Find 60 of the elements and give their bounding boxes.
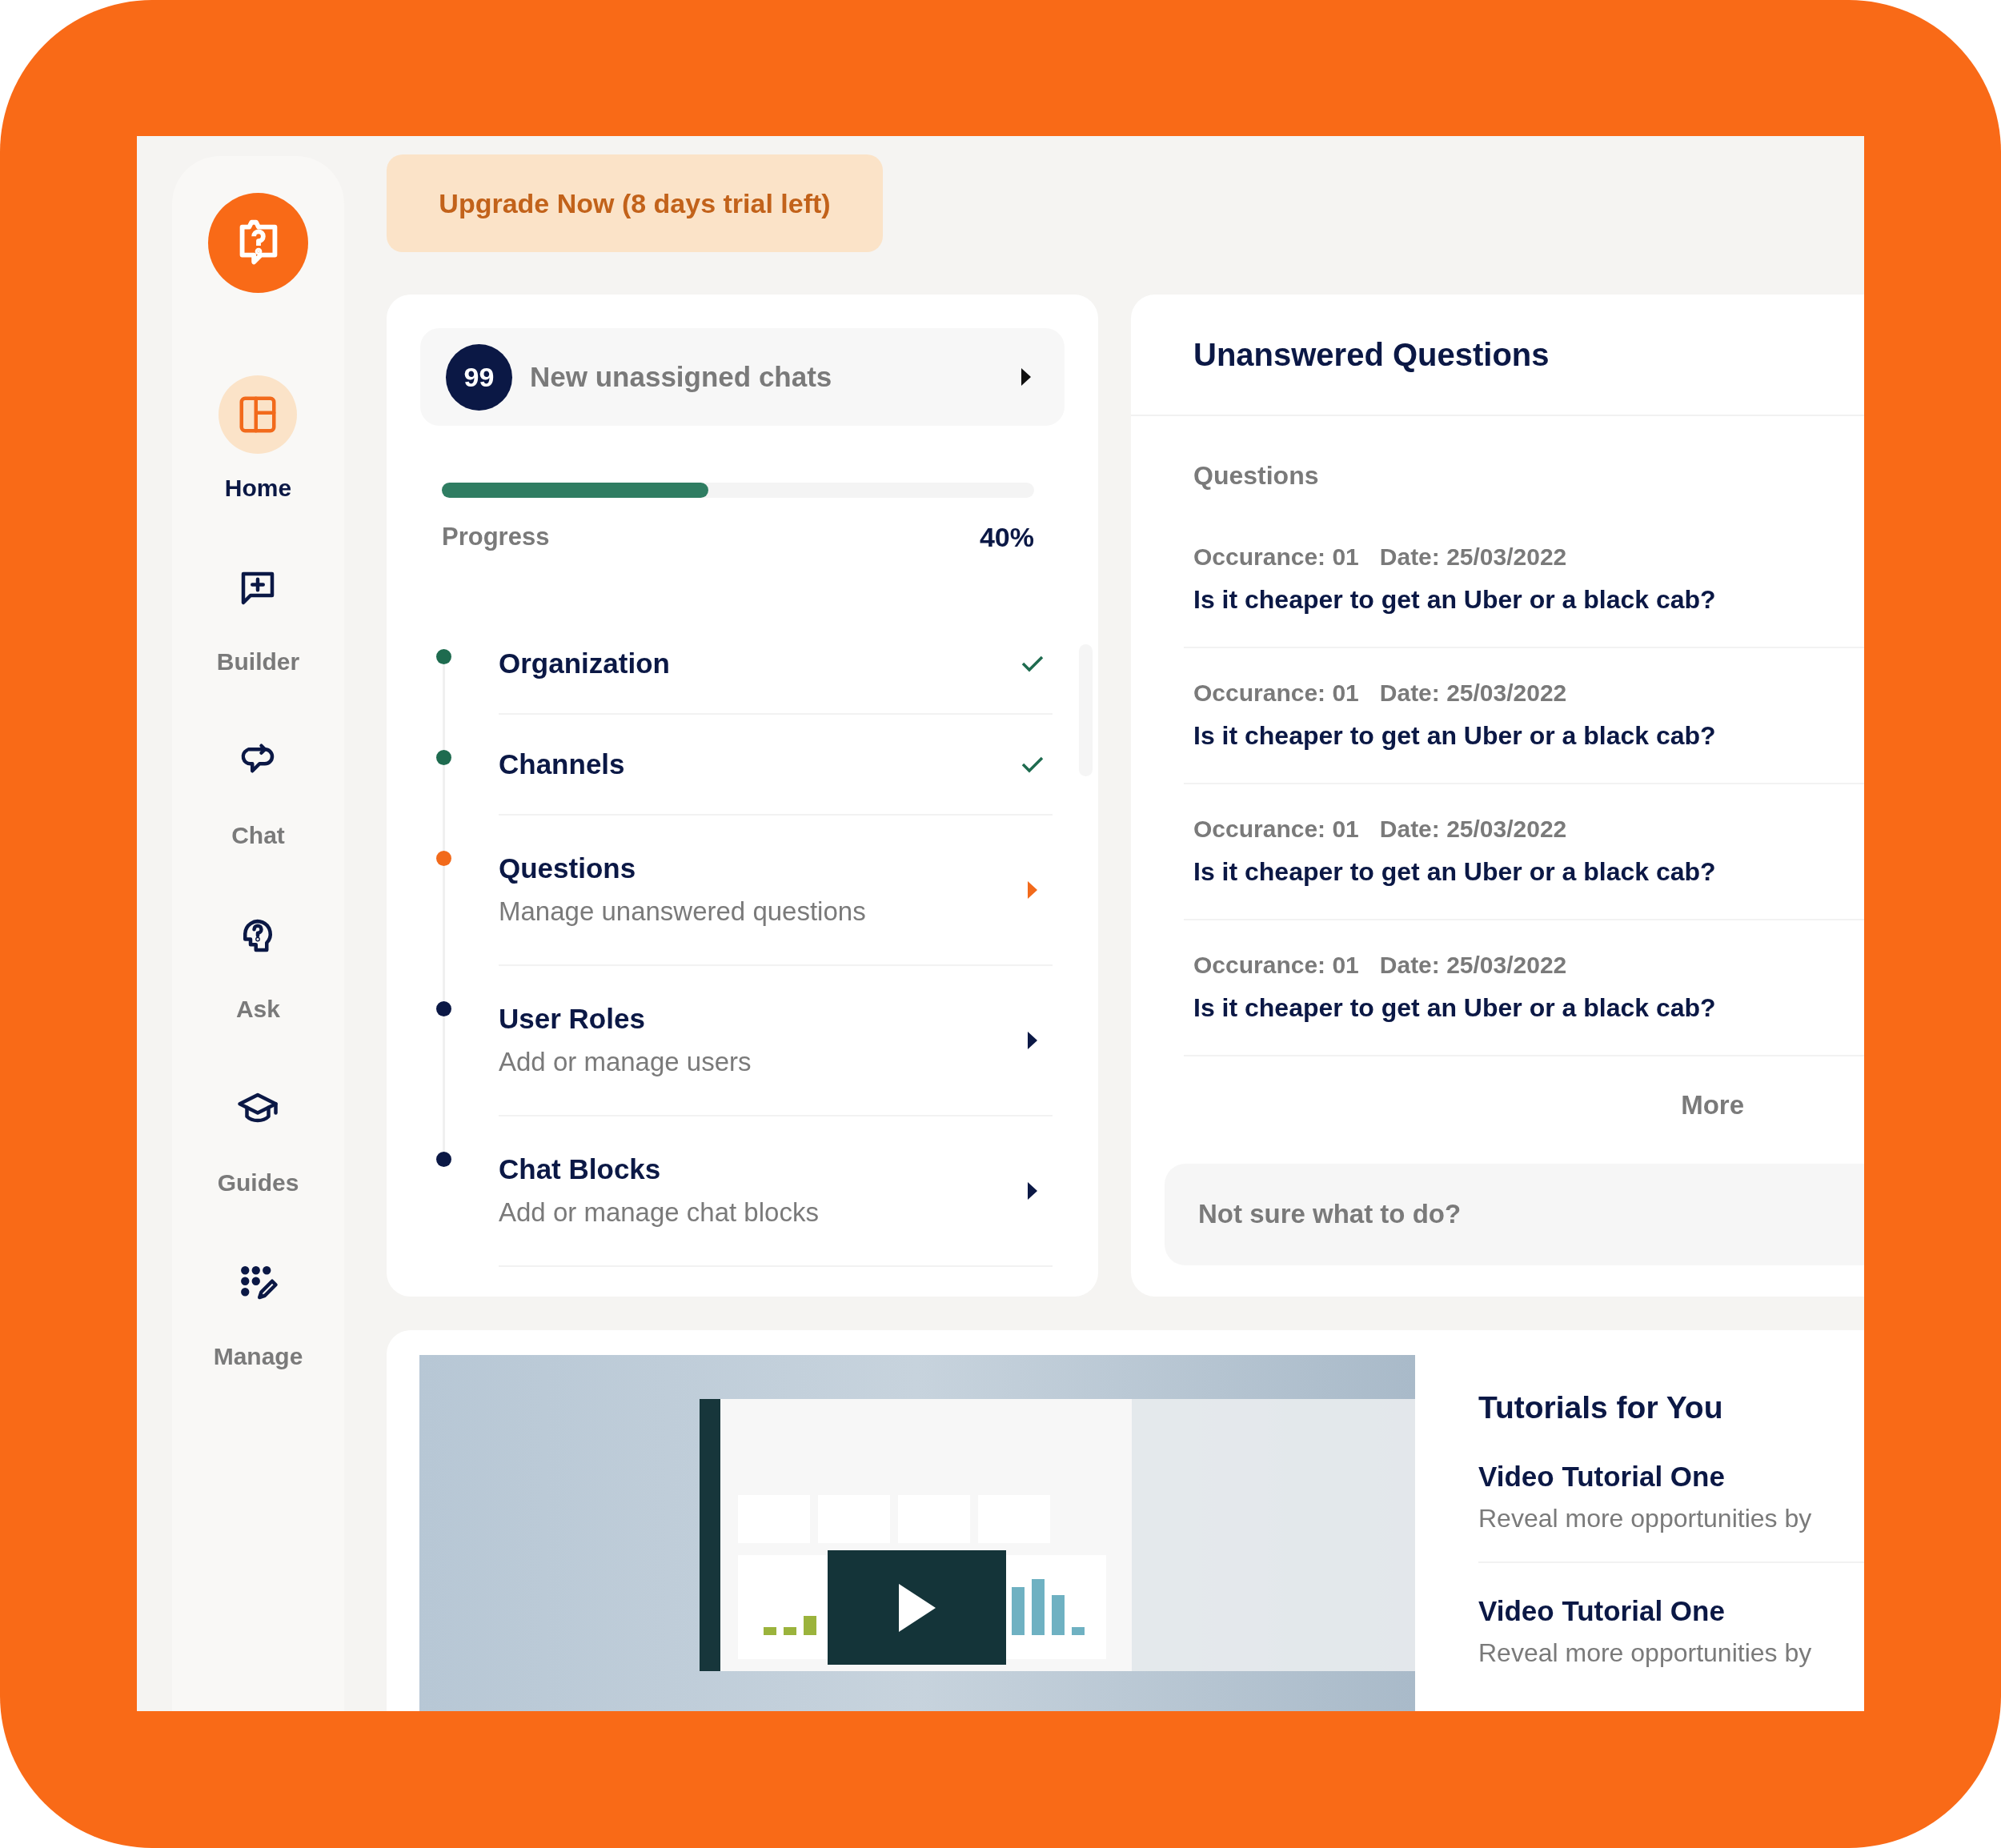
tutorial-title: Video Tutorial One <box>1478 1594 1726 1627</box>
question-item[interactable]: Occurance: 01 Date: 25/03/2022 Is it cheaper to get an Uber or a black cab? <box>1184 512 1864 648</box>
card-title: Unanswered Questions <box>1193 336 1550 374</box>
caret-icon <box>1027 1031 1038 1050</box>
question-date: Date: 25/03/2022 <box>1379 543 1567 571</box>
progress-value: 40% <box>979 521 1034 554</box>
tutorial-description: Reveal more opportunities by <box>1478 1502 1813 1534</box>
caret-icon <box>1027 1181 1038 1201</box>
check-icon <box>1021 654 1045 673</box>
nav-item[interactable]: Home <box>219 375 298 549</box>
step-title: Chat Blocks <box>499 1153 662 1185</box>
step-description: Add or manage chat blocks <box>499 1197 820 1229</box>
question-item[interactable]: Occurance: 01 Date: 25/03/2022 Is it cheaper to get an Uber or a black cab? <box>1184 648 1864 784</box>
play-button[interactable] <box>828 1550 1006 1665</box>
caret-icon <box>1027 880 1038 900</box>
occurrence-count: Occurance: 01 <box>1193 815 1359 844</box>
step-title: User Roles <box>499 1003 646 1035</box>
setup-step[interactable]: Organization <box>499 614 1053 715</box>
tutorial-title: Video Tutorial One <box>1478 1460 1726 1493</box>
more-link[interactable]: More <box>1681 1085 1744 1125</box>
question-item[interactable]: Occurance: 01 Date: 25/03/2022 Is it cheaper to get an Uber or a black cab? <box>1184 920 1864 1056</box>
nav-item[interactable]: Guides <box>217 1070 299 1244</box>
step-title: Questions <box>499 852 637 884</box>
step-title: Channels <box>499 748 626 780</box>
setup-step[interactable]: Channels <box>499 715 1053 816</box>
question-text: Is it cheaper to get an Uber or a black cab? <box>1193 856 1717 888</box>
occurrence-count: Occurance: 01 <box>1193 679 1359 708</box>
tutorial-item[interactable]: Video Tutorial One Reveal more opportunities by <box>1478 1460 1864 1563</box>
caret-icon <box>1020 367 1033 387</box>
section-title: Tutorials for You <box>1478 1389 1724 1426</box>
question-date: Date: 25/03/2022 <box>1379 815 1567 844</box>
help-prompt: Not sure what to do? <box>1198 1198 1462 1231</box>
step-description: Add or manage users <box>499 1046 752 1078</box>
tutorial-item[interactable]: Video Tutorial One Reveal more opportunities by <box>1478 1594 1864 1669</box>
setup-step[interactable]: User Roles Add or manage users <box>499 966 1053 1116</box>
setup-step[interactable]: Chat Blocks Add or manage chat blocks <box>499 1116 1053 1267</box>
question-item[interactable]: Occurance: 01 Date: 25/03/2022 Is it cheaper to get an Uber or a black cab? <box>1184 784 1864 920</box>
help-box[interactable]: Not sure what to do? <box>1165 1163 1864 1265</box>
setup-step[interactable]: Questions Manage unanswered questions <box>499 816 1053 966</box>
nav-item[interactable]: Manage <box>213 1244 303 1417</box>
unassigned-chats-label: New unassigned chats <box>530 359 833 394</box>
step-description: Manage unanswered questions <box>499 896 867 928</box>
nav-item[interactable]: Ask <box>219 896 298 1070</box>
question-text: Is it cheaper to get an Uber or a black cab? <box>1193 992 1717 1024</box>
check-icon <box>1021 755 1045 774</box>
question-date: Date: 25/03/2022 <box>1379 951 1567 980</box>
occurrence-count: Occurance: 01 <box>1193 951 1359 980</box>
question-text: Is it cheaper to get an Uber or a black cab? <box>1193 720 1717 752</box>
occurrence-count: Occurance: 01 <box>1193 543 1359 571</box>
play-icon <box>896 1581 937 1634</box>
step-title: Organization <box>499 647 671 679</box>
count-badge: 99 <box>446 343 512 411</box>
progress-label: Progress <box>442 522 550 553</box>
nav-item[interactable]: Builder <box>216 549 300 723</box>
unassigned-chats-row[interactable]: 99 New unassigned chats <box>420 328 1065 426</box>
column-label: Questions <box>1193 460 1320 491</box>
question-date: Date: 25/03/2022 <box>1379 679 1567 708</box>
nav-item[interactable]: Chat <box>219 723 298 896</box>
tutorial-description: Reveal more opportunities by <box>1478 1637 1813 1669</box>
question-text: Is it cheaper to get an Uber or a black cab? <box>1193 584 1717 615</box>
